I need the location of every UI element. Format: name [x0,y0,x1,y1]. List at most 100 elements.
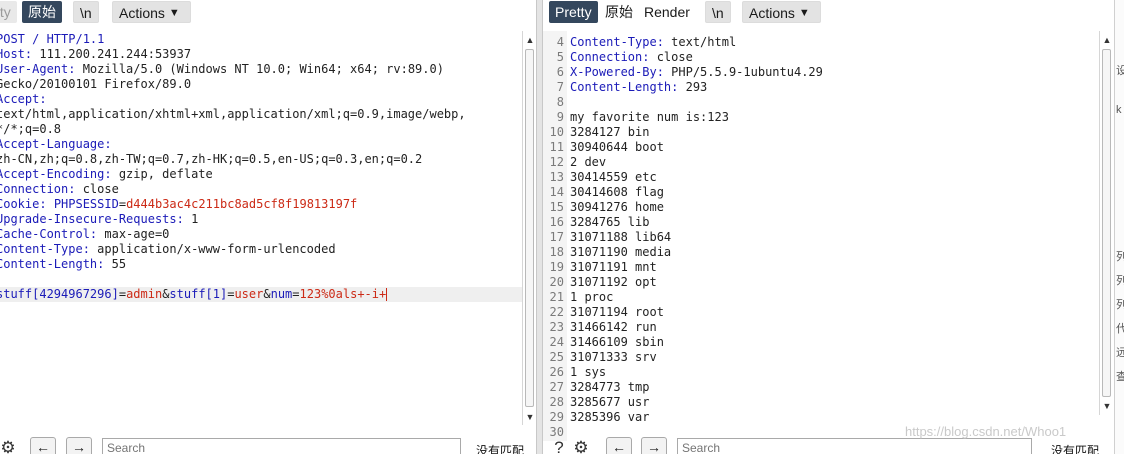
body-text: 31071192 opt [570,275,657,289]
body-text: 2 dev [570,155,607,169]
body-text: 30414608 flag [570,185,664,199]
body-text: 31071333 srv [570,350,657,364]
header-value: application/x-www-form-urlencoded [89,242,336,256]
request-line: Accept-Encoding: gzip, deflate [0,167,522,182]
body-text: 30414559 etc [570,170,657,184]
response-toolbar: Pretty 原始 Render \n Actions ▼ [543,0,1124,26]
response-line: 2 dev [570,155,1099,170]
response-line [570,95,1099,110]
request-line: zh-CN,zh;q=0.8,zh-TW;q=0.7,zh-HK;q=0.5,e… [0,152,522,167]
request-no-match-label: 没有匹配 [476,444,525,454]
header-name: Upgrade-Insecure-Requests: [0,212,184,226]
header-value: Mozilla/5.0 (Windows NT 10.0; Win64; x64… [75,62,444,76]
side-panel-char: 列 [1116,251,1124,263]
tab-render[interactable]: Render [638,1,696,23]
param-value: 123%0als+-i+ [299,287,387,301]
actions-label: Actions [749,5,795,21]
cookie-equals: = [118,197,127,211]
search-next-button[interactable]: → [66,437,92,454]
scroll-thumb[interactable] [1102,49,1111,397]
header-value: */*;q=0.8 [0,122,62,136]
response-line: 31071194 root [570,305,1099,320]
header-value: close [75,182,119,196]
response-line: 31071188 lib64 [570,230,1099,245]
response-line: Content-Length: 293 [570,80,1099,95]
body-text: 31071188 lib64 [570,230,672,244]
header-name: Host: [0,47,33,61]
scroll-up-icon[interactable]: ▲ [523,33,536,47]
param-equals: = [118,287,127,301]
request-toolbar: tty 原始 \n Actions▼ [0,0,536,26]
search-prev-button[interactable]: ← [30,437,56,454]
request-search-bar: ⚙ ← → 没有匹配 [0,436,536,454]
watermark: https://blog.csdn.net/Whoo1 [905,424,1067,439]
response-scrollbar[interactable]: ▲ ▼ [1099,31,1114,415]
body-text: 31071194 root [570,305,664,319]
header-value: text/html [663,35,737,49]
response-line: Content-Type: text/html [570,35,1099,50]
search-prev-button[interactable]: ← [606,437,632,454]
body-text: 31466142 run [570,320,657,334]
scroll-thumb[interactable] [525,49,534,407]
request-search-input[interactable] [102,438,461,454]
response-line: Connection: close [570,50,1099,65]
body-text: 3284127 bin [570,125,650,139]
response-pane: Pretty 原始 Render \n Actions ▼ 4 5 6 7 8 9 10 11 1… [543,0,1124,454]
body-text: 3285677 usr [570,395,650,409]
actions-button[interactable]: Actions ▼ [112,1,191,23]
actions-button[interactable]: Actions ▼ [742,1,821,23]
settings-gear-icon[interactable]: ⚙ [0,438,18,454]
request-body-line[interactable]: stuff[4294967296]=admin&stuff[1]=user&nu… [0,287,522,302]
request-line: Content-Length: 55 [0,257,522,272]
request-editor[interactable]: POST / HTTP/1.1Host: 111.200.241.244:539… [0,31,522,426]
header-value: 55 [104,257,127,271]
header-name: Accept-Language: [0,137,112,151]
response-no-match-label: 没有匹配 [1051,444,1100,454]
header-value: zh-CN,zh;q=0.8,zh-TW;q=0.7,zh-HK;q=0.5,e… [0,152,423,166]
scroll-down-icon[interactable]: ▼ [1100,399,1114,413]
tab-raw[interactable]: 原始 [599,1,639,23]
response-editor[interactable]: Content-Type: text/html Connection: close… [543,31,1099,426]
response-line: 31466109 sbin [570,335,1099,350]
actions-label: Actions [119,5,165,21]
request-line: Accept: [0,92,522,107]
pane-splitter[interactable] [536,0,543,454]
help-icon[interactable]: ? [549,438,569,454]
side-panel-char: 列 [1116,275,1124,287]
request-line: POST / HTTP/1.1 [0,32,522,47]
header-name: Connection: [0,182,76,196]
tab-raw[interactable]: 原始 [22,1,62,23]
request-line: Gecko/20100101 Firefox/89.0 [0,77,522,92]
tab-newline[interactable]: \n [705,1,731,23]
settings-gear-icon[interactable]: ⚙ [571,438,591,454]
header-name: Cache-Control: [0,227,98,241]
response-search-input[interactable] [677,438,1032,454]
search-next-button[interactable]: → [641,437,667,454]
param-separator: & [263,287,271,301]
response-line: X-Powered-By: PHP/5.5.9-1ubuntu4.29 [570,65,1099,80]
body-text: 31071190 media [570,245,672,259]
body-text: 3284773 tmp [570,380,650,394]
tab-pretty[interactable]: tty [0,1,17,23]
request-line: text/html,application/xhtml+xml,applicat… [0,107,522,122]
header-value: max-age=0 [97,227,170,241]
param-value: user [234,287,264,301]
request-line: Host: 111.200.241.244:53937 [0,47,522,62]
scroll-down-icon[interactable]: ▼ [523,410,536,424]
body-text: my favorite num is:123 [570,110,729,124]
chevron-down-icon: ▼ [168,7,180,19]
response-line: my favorite num is:123 [570,110,1099,125]
request-scrollbar[interactable]: ▲ ▼ [522,31,536,425]
body-text: 3285396 var [570,410,650,424]
response-line: 30941276 home [570,200,1099,215]
tab-pretty[interactable]: Pretty [549,1,598,23]
tab-newline[interactable]: \n [73,1,99,23]
request-line: */*;q=0.8 [0,122,522,137]
side-panel-char: 设 [1116,65,1124,77]
request-line: Accept-Language: [0,137,522,152]
header-value: 111.200.241.244:53937 [32,47,192,61]
side-panel-char: k [1116,104,1122,116]
scroll-up-icon[interactable]: ▲ [1100,33,1114,47]
body-text: 1 sys [570,365,607,379]
response-line: 31071333 srv [570,350,1099,365]
